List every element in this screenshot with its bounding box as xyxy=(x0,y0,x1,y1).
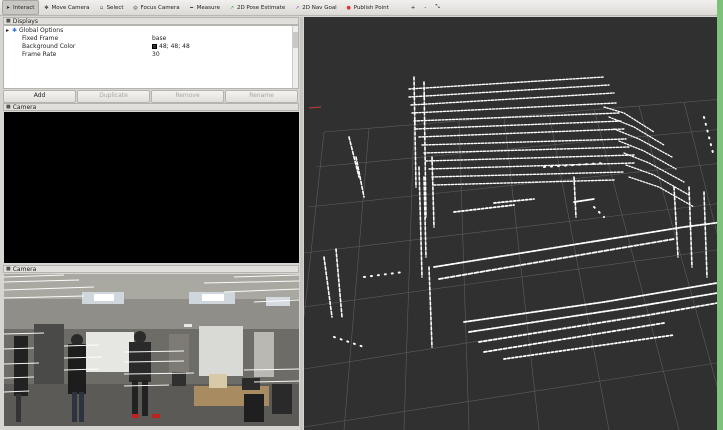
duplicate-button[interactable]: Duplicate xyxy=(77,90,150,103)
add-tool-button[interactable]: + xyxy=(407,0,420,15)
tool-label: Focus Camera xyxy=(140,4,180,11)
tool-measure[interactable]: ━ Measure xyxy=(186,0,225,15)
tool-interact[interactable]: ➤ Interact xyxy=(2,0,40,15)
tool-publish-point[interactable]: ● Publish Point xyxy=(343,0,394,15)
displays-button-bar: Add Duplicate Remove Rename xyxy=(3,90,299,103)
camera-panel-header: ■ Camera xyxy=(3,103,299,111)
tool-label: Publish Point xyxy=(353,4,389,11)
publish-point-icon: ● xyxy=(346,4,351,11)
tool-label: Select xyxy=(106,4,124,11)
tool-select[interactable]: ▫ Select xyxy=(96,0,129,15)
rename-button[interactable]: Rename xyxy=(225,90,298,103)
gear-icon: ✱ xyxy=(12,27,18,34)
panel-icon: ■ xyxy=(6,103,11,110)
prop-key: Frame Rate xyxy=(22,51,57,58)
origin-axis-marker xyxy=(308,106,322,109)
laser-point-cloud xyxy=(323,76,723,360)
displays-tree: ▸ ✱ Global Options Fixed Frame base Back… xyxy=(3,25,299,89)
nav-goal-icon: ↗ xyxy=(295,4,300,11)
camera-view-empty xyxy=(4,112,299,263)
displays-scrollbar[interactable] xyxy=(292,26,298,88)
prop-value-background-color[interactable]: 48; 48; 48 xyxy=(152,43,190,50)
desktop-background-strip xyxy=(717,0,723,430)
camera-image xyxy=(4,274,299,426)
prop-key: Fixed Frame xyxy=(22,35,59,42)
point-cloud-scene xyxy=(304,76,723,430)
tree-row-background-color[interactable]: Background Color 48; 48; 48 xyxy=(4,43,294,50)
panel-icon: ■ xyxy=(6,17,11,24)
measure-icon: ━ xyxy=(190,4,194,11)
tool-label: Measure xyxy=(196,4,220,11)
move-camera-icon: ✥ xyxy=(44,4,49,11)
color-value: 48; 48; 48 xyxy=(159,43,190,50)
tool-focus-camera[interactable]: ◎ Focus Camera xyxy=(130,0,185,15)
tool-properties-button[interactable]: ⤡ xyxy=(431,0,443,15)
tree-row-fixed-frame[interactable]: Fixed Frame base xyxy=(4,35,294,42)
prop-value-fixed-frame[interactable]: base xyxy=(152,35,166,42)
tree-row-global-options[interactable]: ▸ ✱ Global Options xyxy=(4,27,294,34)
pose-estimate-icon: ↗ xyxy=(229,4,235,11)
displays-panel-header: ■ Displays xyxy=(3,17,299,25)
minus-icon: ‑ xyxy=(424,4,427,11)
tool-2d-nav-goal[interactable]: ↗ 2D Nav Goal xyxy=(291,0,342,15)
tool-move-camera[interactable]: ✥ Move Camera xyxy=(40,0,94,15)
tree-row-frame-rate[interactable]: Frame Rate 30 xyxy=(4,51,294,58)
plus-icon: + xyxy=(410,4,416,11)
camera-title: Camera xyxy=(12,103,37,111)
arrows-icon: ⤡ xyxy=(435,4,440,10)
interact-icon: ➤ xyxy=(5,4,11,11)
displays-title: Displays xyxy=(12,17,38,25)
camera-image-view xyxy=(4,274,299,426)
ground-grid xyxy=(304,98,723,430)
add-button[interactable]: Add xyxy=(3,90,76,103)
remove-button[interactable]: Remove xyxy=(151,90,224,103)
tool-label: 2D Nav Goal xyxy=(302,4,337,11)
rviz-toolbar: ➤ Interact ✥ Move Camera ▫ Select ◎ Focus Ca… xyxy=(0,0,723,16)
expand-arrow-icon[interactable]: ▸ xyxy=(6,27,9,34)
tool-2d-pose-estimate[interactable]: ↗ 2D Pose Estimate xyxy=(226,0,290,15)
group-label: Global Options xyxy=(19,27,64,34)
panel-splitter[interactable] xyxy=(300,17,303,430)
3d-render-view[interactable] xyxy=(304,17,723,430)
prop-value-frame-rate[interactable]: 30 xyxy=(152,51,160,58)
panel-icon: ■ xyxy=(6,265,11,272)
camera-panel-header: ■ Camera xyxy=(3,265,299,273)
select-icon: ▫ xyxy=(99,4,104,11)
prop-key: Background Color xyxy=(22,43,76,50)
remove-tool-button[interactable]: ‑ xyxy=(420,0,430,15)
tool-label: 2D Pose Estimate xyxy=(236,4,286,11)
tool-label: Move Camera xyxy=(51,4,90,11)
tool-label: Interact xyxy=(13,4,35,11)
camera-title: Camera xyxy=(12,265,37,273)
scrollbar-thumb[interactable] xyxy=(293,32,298,48)
color-swatch xyxy=(152,44,157,49)
focus-camera-icon: ◎ xyxy=(133,4,138,11)
